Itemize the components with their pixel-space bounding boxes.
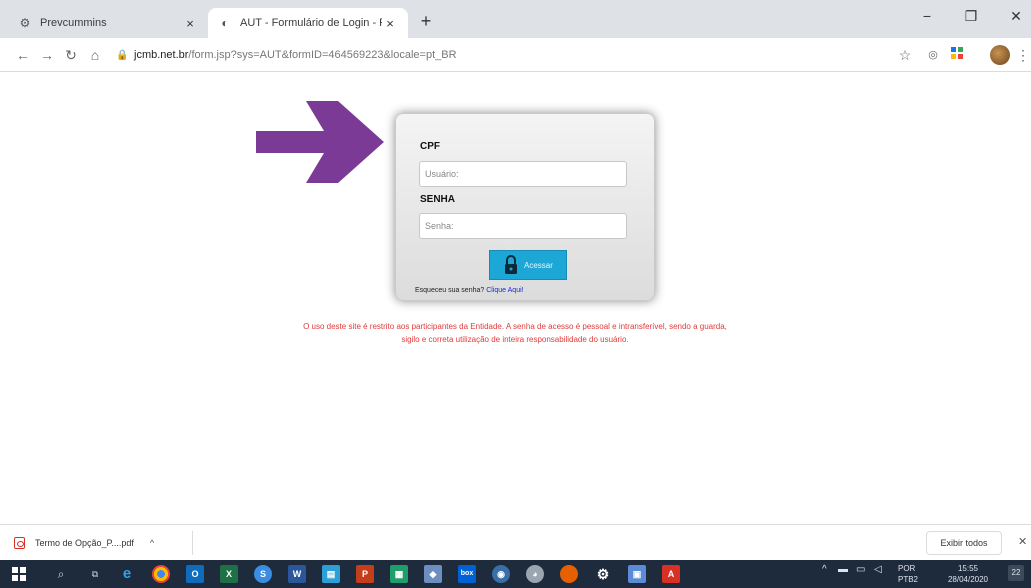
site-favicon-icon: ◐ bbox=[221, 16, 229, 30]
app-icon[interactable]: ◆ bbox=[424, 565, 442, 583]
tray-expand-icon[interactable]: ^ bbox=[822, 565, 827, 575]
tab-close-icon[interactable]: × bbox=[182, 16, 198, 31]
url-path: /form.jsp?sys=AUT&formID=464569223&local… bbox=[188, 49, 457, 61]
download-file-name: Termo de Opção_P....pdf bbox=[35, 538, 134, 548]
browser-toolbar: ← → ↻ ⌂ 🔒 jcmb.net.br/form.jsp?sys=AUT&f… bbox=[0, 38, 1031, 72]
forgot-password-link[interactable]: Clique Aqui! bbox=[486, 287, 523, 294]
forward-icon[interactable]: → bbox=[38, 46, 56, 64]
clock-date: 28/04/2020 bbox=[947, 575, 989, 584]
acessar-button[interactable]: Acessar bbox=[489, 250, 567, 280]
home-icon[interactable]: ⌂ bbox=[86, 46, 104, 64]
extension-icon[interactable]: ◎ bbox=[924, 46, 942, 64]
app-icon[interactable]: ▤ bbox=[322, 565, 340, 583]
language-indicator[interactable]: POR PTB2 bbox=[898, 565, 918, 584]
back-icon[interactable]: ← bbox=[14, 46, 32, 64]
volume-icon[interactable]: ◁ bbox=[874, 565, 882, 575]
settings-icon[interactable]: ⚙ bbox=[594, 565, 612, 583]
lang-top: POR bbox=[898, 564, 916, 573]
lang-bottom: PTB2 bbox=[898, 575, 919, 584]
menu-icon[interactable]: ⋮ bbox=[1014, 46, 1031, 64]
profile-avatar[interactable] bbox=[990, 45, 1010, 65]
lock-icon: 🔒 bbox=[116, 49, 129, 61]
app-icon[interactable]: ◉ bbox=[492, 565, 510, 583]
tab-aut-login[interactable]: ◐ AUT - Formulário de Login - Prev × bbox=[208, 8, 408, 38]
star-icon[interactable]: ☆ bbox=[896, 46, 914, 64]
edge-icon[interactable]: e bbox=[118, 565, 136, 583]
tab-strip: ⚙ Prevcummins × ◐ AUT - Formulário de Lo… bbox=[0, 0, 1031, 38]
forgot-password-text: Esqueceu sua senha? Clique Aqui! bbox=[415, 287, 524, 294]
notice-line-2: sigilo e correta utilização de inteira r… bbox=[401, 335, 629, 344]
new-tab-button[interactable]: + bbox=[416, 12, 436, 32]
address-bar[interactable]: 🔒 jcmb.net.br/form.jsp?sys=AUT&formID=46… bbox=[116, 44, 956, 66]
task-view-icon[interactable]: ⧉ bbox=[86, 565, 104, 583]
acessar-label: Acessar bbox=[524, 260, 553, 270]
download-item[interactable]: Termo de Opção_P....pdf ^ bbox=[14, 533, 154, 553]
powerpoint-icon[interactable]: P bbox=[356, 565, 374, 583]
chevron-up-icon[interactable]: ^ bbox=[150, 538, 154, 548]
windows-taskbar: ⌕ ⧉ e O X S W ▤ P ▦ ◆ box ◉ ◕ ⚙ ▣ A ^ ▬ … bbox=[0, 560, 1031, 588]
senha-label: SENHA bbox=[420, 194, 456, 205]
tab-close-icon[interactable]: × bbox=[382, 16, 398, 31]
chrome-icon[interactable] bbox=[152, 565, 170, 583]
tab-label: AUT - Formulário de Login - Prev bbox=[240, 17, 382, 29]
app-icon[interactable]: ▣ bbox=[628, 565, 646, 583]
clock-time: 15:55 bbox=[957, 564, 979, 573]
minimize-button[interactable]: − bbox=[912, 8, 942, 24]
outlook-icon[interactable]: O bbox=[186, 565, 204, 583]
restore-button[interactable]: ❐ bbox=[956, 8, 986, 25]
app-icon[interactable]: ▦ bbox=[390, 565, 408, 583]
windows-start-icon[interactable] bbox=[12, 567, 26, 581]
login-panel: CPF Usuário: SENHA Senha: Acessar Esquec… bbox=[395, 113, 655, 301]
arrow-right-icon bbox=[256, 101, 384, 183]
close-window-button[interactable]: ✕ bbox=[1001, 8, 1031, 25]
cpf-input[interactable]: Usuário: bbox=[419, 161, 627, 187]
word-icon[interactable]: W bbox=[288, 565, 306, 583]
firefox-icon[interactable] bbox=[560, 565, 578, 583]
padlock-icon bbox=[504, 255, 518, 275]
network-icon[interactable]: ▬ bbox=[838, 565, 848, 575]
cpf-label: CPF bbox=[420, 141, 440, 152]
forgot-label: Esqueceu sua senha? bbox=[415, 287, 485, 294]
settings-favicon-icon: ⚙ bbox=[19, 16, 31, 30]
reload-icon[interactable]: ↻ bbox=[62, 46, 80, 64]
pdf-file-icon bbox=[14, 537, 25, 549]
close-download-bar-icon[interactable]: ✕ bbox=[1018, 535, 1027, 548]
download-bar: Termo de Opção_P....pdf ^ Exibir todos ✕ bbox=[0, 524, 1031, 560]
notification-icon[interactable]: 22 bbox=[1008, 565, 1024, 581]
extension-grid-icon[interactable] bbox=[948, 46, 966, 64]
divider bbox=[192, 531, 193, 555]
skype-icon[interactable]: S bbox=[254, 565, 272, 583]
app-icon[interactable]: ◕ bbox=[526, 565, 544, 583]
excel-icon[interactable]: X bbox=[220, 565, 238, 583]
senha-input[interactable]: Senha: bbox=[419, 213, 627, 239]
notice-line-1: O uso deste site é restrito aos particip… bbox=[303, 322, 727, 331]
usage-notice: O uso deste site é restrito aos particip… bbox=[250, 320, 780, 346]
search-icon[interactable]: ⌕ bbox=[52, 565, 70, 583]
url-domain: jcmb.net.br bbox=[134, 49, 189, 61]
clock[interactable]: 15:55 28/04/2020 bbox=[940, 565, 996, 584]
tab-prevcummins[interactable]: ⚙ Prevcummins × bbox=[8, 8, 208, 38]
tab-label: Prevcummins bbox=[40, 17, 107, 29]
box-icon[interactable]: box bbox=[458, 565, 476, 583]
acrobat-icon[interactable]: A bbox=[662, 565, 680, 583]
show-all-button[interactable]: Exibir todos bbox=[926, 531, 1002, 555]
battery-icon[interactable]: ▭ bbox=[856, 565, 865, 575]
